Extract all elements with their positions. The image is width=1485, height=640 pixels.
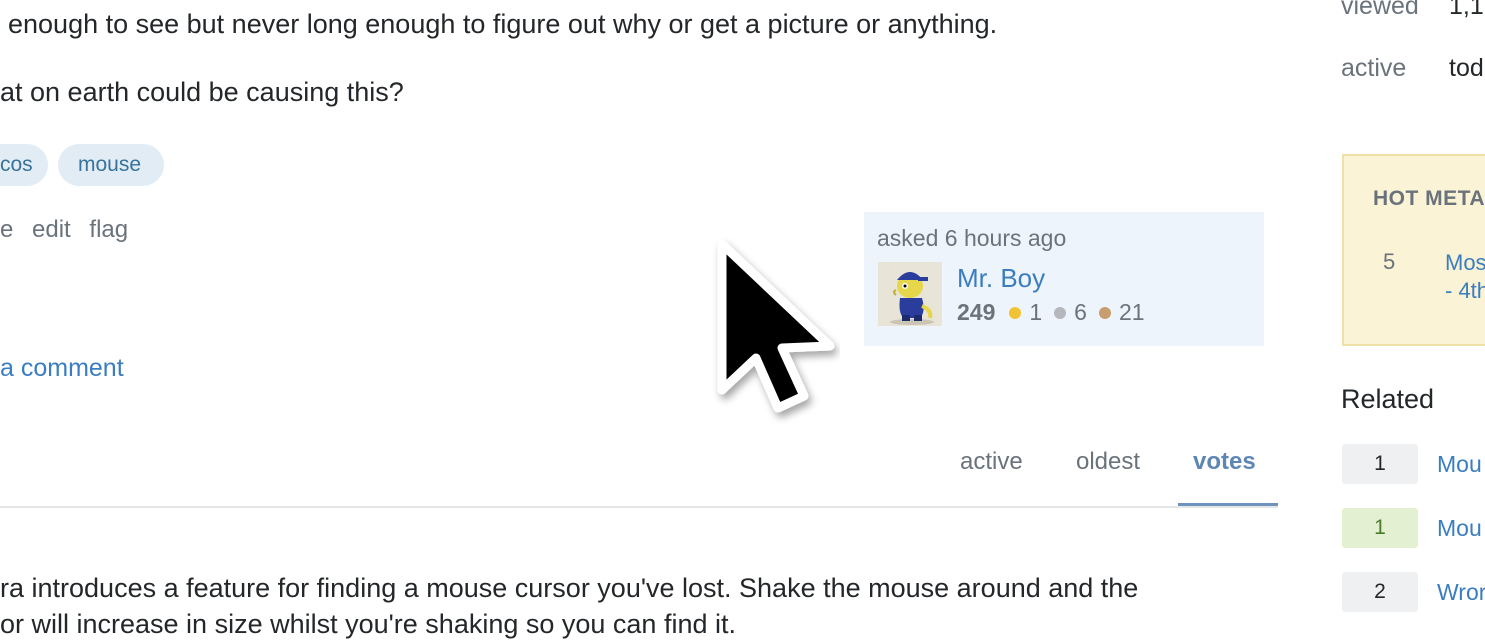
answer-body-line-1: ra introduces a feature for finding a mo…	[0, 573, 1139, 603]
mouse-pointer-icon	[700, 230, 840, 430]
edit-link[interactable]: edit	[32, 216, 71, 243]
stat-active-value[interactable]: tod	[1449, 54, 1484, 83]
post-menu: e edit flag	[0, 216, 140, 244]
related-link[interactable]: Wror	[1437, 579, 1485, 606]
bronze-badge-icon	[1098, 306, 1111, 319]
answers-divider	[0, 506, 1278, 508]
flag-link[interactable]: flag	[89, 216, 128, 243]
avatar[interactable]	[878, 262, 942, 326]
tab-oldest[interactable]: oldest	[1076, 448, 1140, 476]
related-link[interactable]: Mou	[1437, 515, 1482, 542]
related-title: Related	[1341, 384, 1435, 414]
tab-votes[interactable]: votes	[1193, 448, 1256, 476]
hot-meta-count: 5	[1383, 249, 1396, 274]
silver-badge-count: 6	[1074, 299, 1087, 325]
related-vote-count[interactable]: 2	[1342, 572, 1418, 612]
related-vote-count[interactable]: 1	[1342, 444, 1418, 484]
gold-badge-count: 1	[1029, 299, 1043, 325]
hot-meta-link[interactable]: Mos - 4th	[1445, 249, 1485, 305]
gold-badge-icon	[1009, 306, 1022, 319]
add-comment-link[interactable]: a comment	[0, 354, 124, 383]
hot-meta-title: HOT META	[1373, 187, 1485, 210]
reputation-score: 249	[957, 299, 996, 325]
related-vote-count[interactable]: 1	[1342, 508, 1418, 548]
stat-viewed-value: 1,1	[1449, 0, 1484, 20]
hot-meta-link-line-2[interactable]: - 4th	[1445, 277, 1485, 305]
hot-meta-link-line-1[interactable]: Mos	[1445, 249, 1485, 277]
question-body-line: enough to see but never long enough to f…	[8, 9, 998, 39]
question-body-question: at on earth could be causing this?	[0, 77, 404, 107]
answer-body-line-2: or will increase in size whilst you're s…	[0, 609, 736, 639]
tag-mouse[interactable]: mouse	[58, 144, 164, 186]
tag-cos[interactable]: cos	[0, 144, 48, 186]
owner-reputation: 249 1 6 21	[957, 299, 1157, 326]
asked-time: asked 6 hours ago	[877, 225, 1067, 251]
share-link[interactable]: e	[0, 216, 13, 243]
related-link[interactable]: Mou	[1437, 451, 1482, 478]
silver-badge-icon	[1054, 306, 1067, 319]
stat-viewed-label: viewed	[1341, 0, 1419, 20]
tab-active[interactable]: active	[960, 448, 1023, 476]
stat-active-label: active	[1341, 54, 1407, 82]
owner-username[interactable]: Mr. Boy	[957, 263, 1045, 294]
bronze-badge-count: 21	[1118, 299, 1145, 325]
